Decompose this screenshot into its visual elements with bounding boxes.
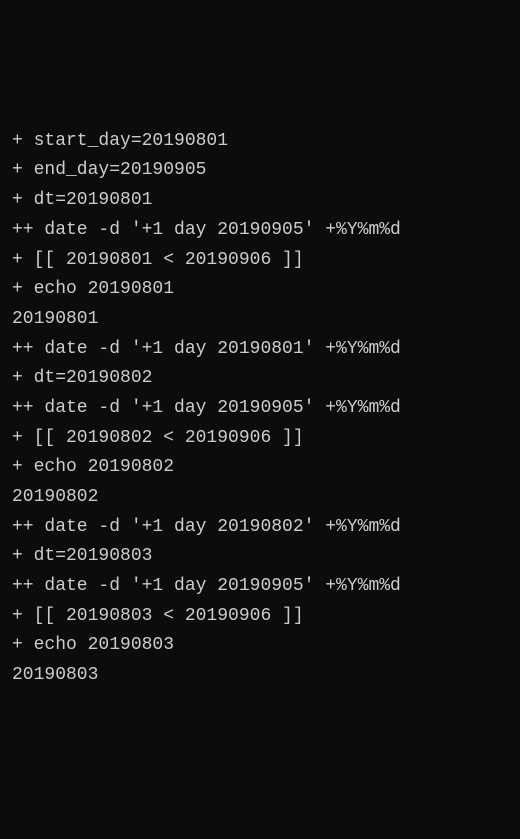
terminal-line: + dt=20190803 — [12, 542, 508, 572]
terminal-line: + start_day=20190801 — [12, 127, 508, 157]
terminal-line: + echo 20190803 — [12, 631, 508, 661]
terminal-line: 20190802 — [12, 483, 508, 513]
terminal-line: 20190801 — [12, 305, 508, 335]
terminal-line: ++ date -d '+1 day 20190801' +%Y%m%d — [12, 335, 508, 365]
terminal-line: ++ date -d '+1 day 20190905' +%Y%m%d — [12, 394, 508, 424]
terminal-output: + start_day=20190801+ end_day=20190905+ … — [12, 127, 508, 691]
terminal-line: + [[ 20190803 < 20190906 ]] — [12, 602, 508, 632]
terminal-line: + end_day=20190905 — [12, 156, 508, 186]
terminal-line: + dt=20190802 — [12, 364, 508, 394]
terminal-line: + [[ 20190801 < 20190906 ]] — [12, 246, 508, 276]
terminal-line: ++ date -d '+1 day 20190802' +%Y%m%d — [12, 513, 508, 543]
terminal-line: 20190803 — [12, 661, 508, 691]
terminal-line: + dt=20190801 — [12, 186, 508, 216]
terminal-line: + [[ 20190802 < 20190906 ]] — [12, 424, 508, 454]
terminal-line: + echo 20190802 — [12, 453, 508, 483]
terminal-line: ++ date -d '+1 day 20190905' +%Y%m%d — [12, 572, 508, 602]
terminal-line: + echo 20190801 — [12, 275, 508, 305]
terminal-line: ++ date -d '+1 day 20190905' +%Y%m%d — [12, 216, 508, 246]
